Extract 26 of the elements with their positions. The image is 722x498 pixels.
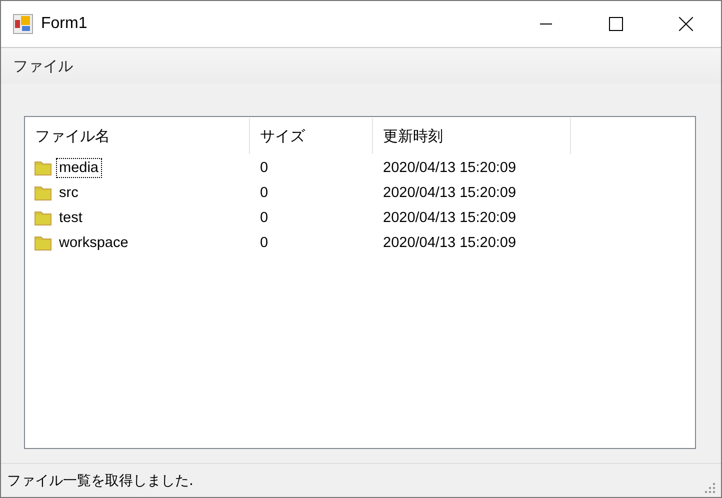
folder-icon [34, 184, 52, 200]
size-cell: 0 [260, 210, 268, 226]
column-header[interactable]: 更新時刻 [373, 118, 571, 154]
modified-cell: 2020/04/13 15:20:09 [383, 184, 516, 200]
size-cell: 0 [260, 234, 268, 250]
folder-icon [34, 160, 52, 176]
size-cell: 0 [260, 160, 268, 176]
file-name[interactable]: test [56, 208, 86, 228]
size-cell: 0 [260, 184, 268, 200]
resize-grip-icon[interactable] [704, 482, 716, 494]
column-header[interactable]: サイズ [250, 118, 373, 154]
file-name[interactable]: media [56, 158, 102, 178]
modified-cell: 2020/04/13 15:20:09 [383, 234, 516, 250]
window-title: Form1 [41, 15, 88, 33]
maximize-icon [609, 17, 623, 31]
close-icon [679, 17, 693, 31]
modified-cell: 2020/04/13 15:20:09 [383, 160, 516, 176]
status-text: ファイル一覧を取得しました. [7, 472, 194, 490]
folder-icon [34, 234, 52, 250]
file-name[interactable]: workspace [56, 232, 132, 252]
app-icon [13, 14, 33, 34]
column-header[interactable]: ファイル名 [25, 118, 250, 154]
folder-icon [34, 210, 52, 226]
modified-cell: 2020/04/13 15:20:09 [383, 210, 516, 226]
menu-item[interactable]: ファイル [1, 56, 81, 76]
file-name[interactable]: src [56, 182, 82, 202]
